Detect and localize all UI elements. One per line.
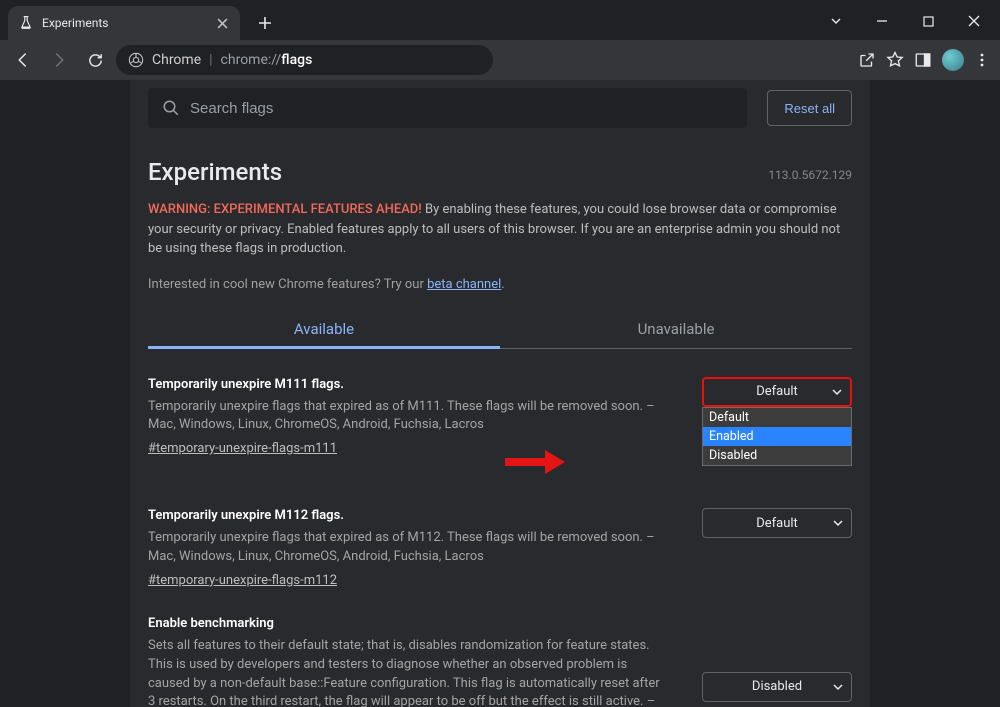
flag-select-dropdown: Default Enabled Disabled	[702, 407, 852, 466]
flask-icon	[18, 15, 34, 31]
toolbar: Chrome | chrome://flags	[0, 40, 1000, 80]
tabs-row: Available Unavailable	[148, 310, 852, 349]
flag-select[interactable]: Disabled	[702, 672, 852, 702]
flag-description: Sets all features to their default state…	[148, 637, 662, 707]
search-flags-box[interactable]	[148, 88, 747, 128]
search-icon	[162, 99, 180, 117]
page-title: Experiments	[148, 158, 852, 186]
omnibox-separator: |	[209, 52, 212, 68]
tab-unavailable[interactable]: Unavailable	[500, 310, 852, 349]
reload-button[interactable]	[80, 45, 110, 75]
minimize-button[interactable]	[870, 9, 894, 33]
share-icon[interactable]	[858, 51, 876, 69]
forward-button[interactable]	[44, 45, 74, 75]
menu-icon[interactable]	[974, 52, 990, 68]
tab-close-icon[interactable]	[214, 15, 230, 31]
titlebar: Experiments	[0, 0, 1000, 40]
chevron-down-icon[interactable]	[824, 9, 848, 33]
option-default[interactable]: Default	[703, 408, 851, 427]
chevron-down-icon	[832, 387, 842, 397]
flag-title: Enable benchmarking	[148, 616, 662, 631]
omnibox-path: chrome://flags	[221, 52, 313, 68]
chevron-down-icon	[833, 682, 843, 692]
search-input[interactable]	[190, 100, 733, 117]
flag-title: Temporarily unexpire M111 flags.	[148, 377, 662, 392]
chevron-down-icon	[833, 518, 843, 528]
warning-text: WARNING: EXPERIMENTAL FEATURES AHEAD! By…	[148, 200, 852, 259]
beta-channel-line: Interested in cool new Chrome features? …	[148, 277, 852, 292]
flag-description: Temporarily unexpire flags that expired …	[148, 529, 662, 567]
option-enabled[interactable]: Enabled	[703, 427, 851, 446]
chrome-logo-icon	[128, 52, 144, 68]
flag-description: Temporarily unexpire flags that expired …	[148, 398, 662, 436]
content-area: Reset all 113.0.5672.129 Experiments WAR…	[0, 80, 1000, 707]
flag-select[interactable]: Default	[702, 377, 852, 407]
flag-hash-link[interactable]: #temporary-unexpire-flags-m111	[148, 441, 337, 456]
omnibox[interactable]: Chrome | chrome://flags	[116, 45, 493, 75]
flags-page: Reset all 113.0.5672.129 Experiments WAR…	[130, 80, 870, 707]
browser-tab[interactable]: Experiments	[8, 6, 240, 40]
side-panel-icon[interactable]	[914, 51, 932, 69]
flag-item: Temporarily unexpire M111 flags. Tempora…	[148, 349, 852, 457]
avatar[interactable]	[942, 49, 964, 71]
window-controls	[824, 0, 1000, 40]
flag-hash-link[interactable]: #temporary-unexpire-flags-m112	[148, 573, 337, 588]
beta-channel-link[interactable]: beta channel	[427, 277, 501, 292]
tab-title: Experiments	[42, 16, 206, 30]
back-button[interactable]	[8, 45, 38, 75]
flag-item: Temporarily unexpire M112 flags. Tempora…	[148, 456, 852, 588]
toolbar-right	[858, 49, 992, 71]
flag-select[interactable]: Default	[702, 508, 852, 538]
star-icon[interactable]	[886, 51, 904, 69]
flag-item: Enable benchmarking Sets all features to…	[148, 588, 852, 707]
new-tab-button[interactable]	[250, 8, 280, 38]
flag-title: Temporarily unexpire M112 flags.	[148, 508, 662, 523]
chrome-label: Chrome	[152, 52, 201, 68]
tab-available[interactable]: Available	[148, 310, 500, 349]
close-window-button[interactable]	[962, 9, 986, 33]
reset-all-button[interactable]: Reset all	[767, 90, 852, 126]
maximize-button[interactable]	[916, 9, 940, 33]
top-row: Reset all	[130, 80, 870, 136]
version-text: 113.0.5672.129	[768, 168, 852, 182]
option-disabled[interactable]: Disabled	[703, 446, 851, 465]
